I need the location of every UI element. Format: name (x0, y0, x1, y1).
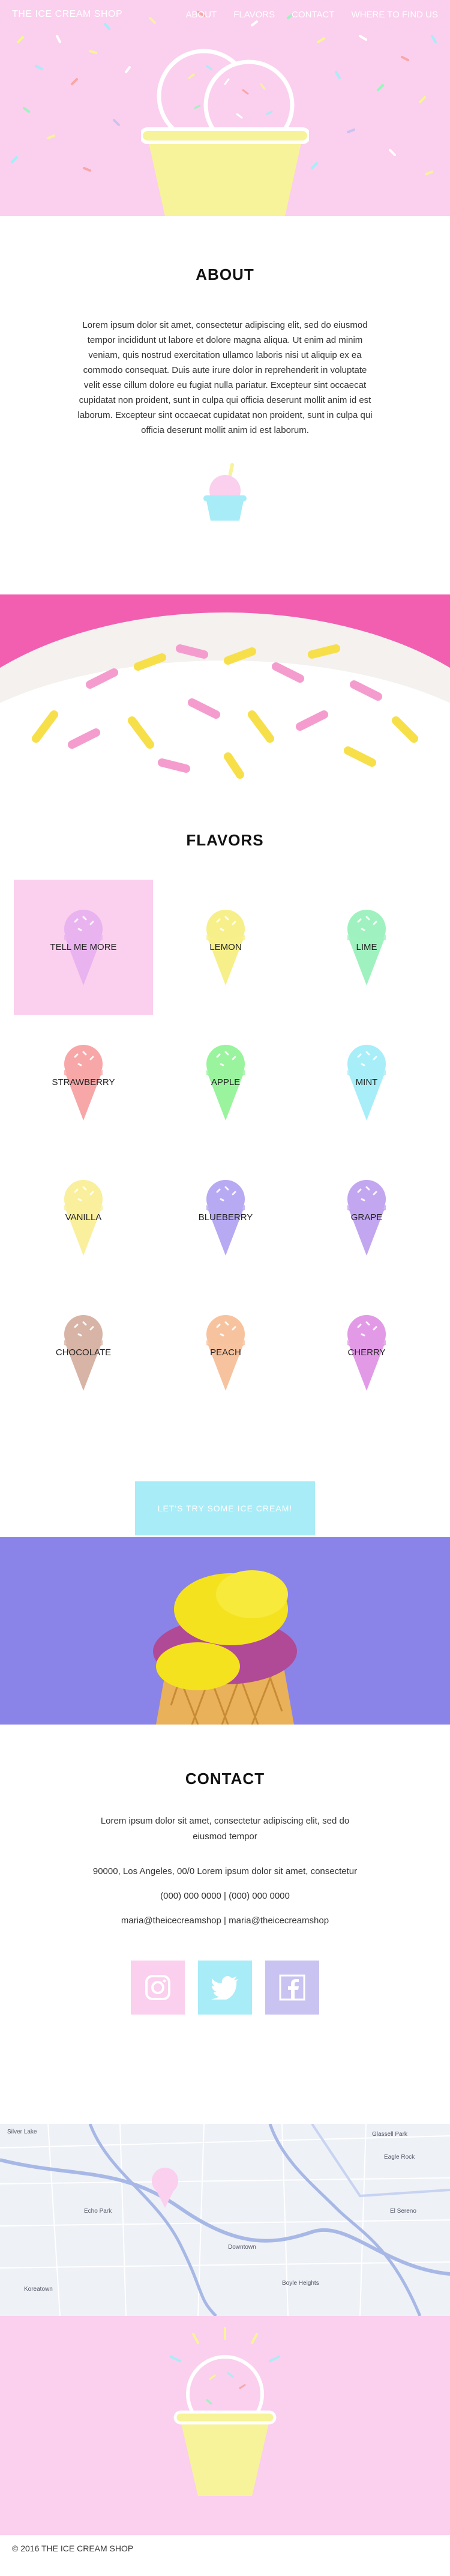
flavor-label: APPLE (211, 1077, 241, 1087)
copyright: © 2016 THE ICE CREAM SHOP (12, 2544, 134, 2553)
hero-header: THE ICE CREAM SHOP ABOUT FLAVORS CONTACT… (0, 0, 450, 216)
try-ice-cream-button[interactable]: LET'S TRY SOME ICE CREAM! (135, 1481, 315, 1535)
flavor-item[interactable]: LEMON (156, 880, 295, 1015)
waffle-cone-photo (0, 1537, 450, 1725)
twitter-button[interactable] (198, 1961, 252, 2015)
flavor-item[interactable]: MINT (297, 1015, 436, 1150)
ice-cream-cup-illustration (141, 49, 309, 216)
flavor-item[interactable]: VANILLA (14, 1150, 153, 1285)
contact-phones: (000) 000 0000 | (000) 000 0000 (160, 1891, 290, 1901)
contact-title: CONTACT (185, 1770, 265, 1788)
flavor-item[interactable]: PEACH (156, 1285, 295, 1420)
flavor-label: VANILLA (65, 1212, 102, 1223)
contact-section: CONTACT Lorem ipsum dolor sit amet, cons… (0, 1725, 450, 2124)
contact-address: 90000, Los Angeles, 00/0 Lorem ipsum dol… (92, 1866, 358, 1876)
flavor-item[interactable]: TELL ME MORE (14, 880, 153, 1015)
instagram-icon (145, 1975, 170, 2000)
contact-intro: Lorem ipsum dolor sit amet, consectetur … (100, 1816, 350, 1842)
flavor-label: STRAWBERRY (52, 1077, 115, 1087)
contact-emails[interactable]: maria@theicecreamshop | maria@theicecrea… (0, 1915, 450, 1926)
flavor-label: BLUEBERRY (198, 1212, 253, 1223)
facebook-icon (279, 1974, 305, 2001)
map-label: Eagle Rock (384, 2154, 415, 2160)
about-section: ABOUT Lorem ipsum dolor sit amet, consec… (0, 216, 450, 594)
sprinkle-donut-photo (0, 594, 450, 782)
flavor-label: TELL ME MORE (50, 942, 117, 952)
flavor-item[interactable]: APPLE (156, 1015, 295, 1150)
flavor-item[interactable]: BLUEBERRY (156, 1150, 295, 1285)
map-label: El Sereno (390, 2208, 416, 2215)
instagram-button[interactable] (131, 1961, 185, 2015)
facebook-button[interactable] (265, 1961, 319, 2015)
map-label: Silver Lake (7, 2129, 37, 2135)
nav-link-where-to-find-us[interactable]: WHERE TO FIND US (352, 10, 438, 20)
nav-link-about[interactable]: ABOUT (186, 10, 217, 20)
nav-link-contact[interactable]: CONTACT (292, 10, 334, 20)
map-label: Echo Park (84, 2208, 112, 2215)
brand-logo[interactable]: THE ICE CREAM SHOP (12, 9, 122, 20)
flavors-title: FLAVORS (186, 831, 264, 849)
flavors-section: FLAVORS TELL ME MORE LEMON LIME STRAWBERRY A… (0, 782, 450, 1537)
flavor-label: LEMON (209, 942, 242, 952)
top-nav: THE ICE CREAM SHOP ABOUT FLAVORS CONTACT… (0, 0, 450, 29)
about-title: ABOUT (196, 265, 254, 283)
location-map[interactable]: Silver Lake Glassell Park Eagle Rock Ech… (0, 2124, 450, 2316)
footer-illustration-band (0, 2316, 450, 2535)
flavor-item[interactable]: LIME (297, 880, 436, 1015)
twitter-icon (211, 1976, 238, 2000)
flavor-label: GRAPE (350, 1212, 383, 1223)
footer-cup-illustration (170, 2327, 280, 2496)
flavor-item[interactable]: CHOCOLATE (14, 1285, 153, 1420)
flavor-label: LIME (356, 942, 377, 952)
nav-links: ABOUT FLAVORS CONTACT WHERE TO FIND US (186, 10, 438, 20)
social-links (0, 1961, 450, 2015)
map-label: Boyle Heights (282, 2280, 319, 2287)
flavor-item[interactable]: STRAWBERRY (14, 1015, 153, 1150)
flavor-label: MINT (355, 1077, 378, 1087)
flavor-label: PEACH (210, 1347, 241, 1358)
flavor-label: CHOCOLATE (55, 1347, 112, 1358)
about-cup-icon (0, 462, 450, 525)
map-label: Glassell Park (372, 2131, 407, 2138)
map-label: Koreatown (24, 2286, 53, 2293)
nav-link-flavors[interactable]: FLAVORS (233, 10, 275, 20)
about-text: Lorem ipsum dolor sit amet, consectetur … (77, 320, 373, 435)
map-label: Downtown (228, 2244, 256, 2251)
flavor-label: CHERRY (347, 1347, 386, 1358)
flavor-item[interactable]: GRAPE (297, 1150, 436, 1285)
flavor-grid: TELL ME MORE LEMON LIME STRAWBERRY APPLE MINT… (0, 880, 450, 1426)
flavor-item[interactable]: CHERRY (297, 1285, 436, 1420)
